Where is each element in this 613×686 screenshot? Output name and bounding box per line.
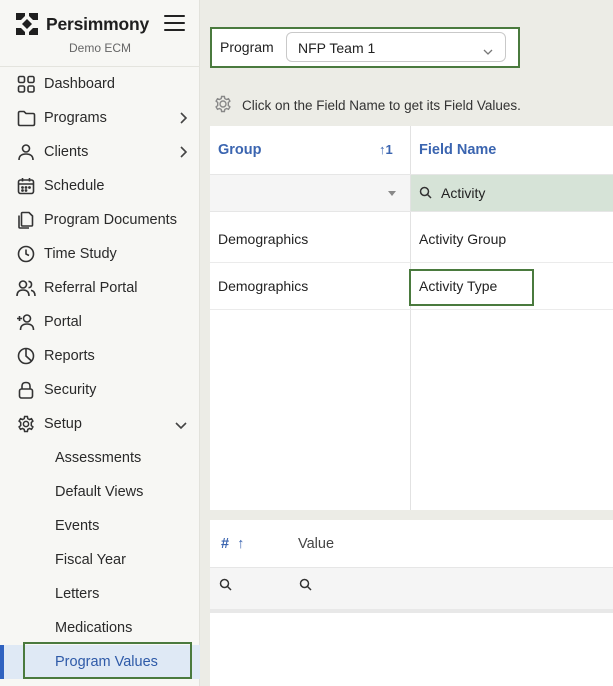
highlight-frame <box>23 642 192 679</box>
sidebar-item-schedule[interactable]: Schedule <box>0 169 200 203</box>
app-window: Persimmony Demo ECM Dashboard Programs C… <box>0 0 613 686</box>
lock-icon <box>16 380 36 400</box>
filter-row <box>210 567 613 613</box>
brand[interactable]: Persimmony <box>15 12 149 36</box>
sidebar-subitem-events[interactable]: Events <box>0 509 200 543</box>
sidebar-item-label: Dashboard <box>44 76 115 92</box>
sidebar-item-label: Program Documents <box>44 212 177 228</box>
sidebar-item-label: Time Study <box>44 246 117 262</box>
column-header-group[interactable]: Group <box>218 142 262 158</box>
documents-icon <box>16 210 36 230</box>
active-indicator <box>0 645 4 679</box>
sidebar-item-label: Reports <box>44 348 95 364</box>
sidebar-item-programs[interactable]: Programs <box>0 101 200 135</box>
organization-name: Demo ECM <box>68 41 131 55</box>
search-icon[interactable] <box>299 578 312 596</box>
sidebar-item-label: Portal <box>44 314 82 330</box>
sidebar-item-label: Referral Portal <box>44 280 138 296</box>
values-table: # ↑ Value <box>210 520 613 686</box>
chevron-right-icon <box>178 145 188 163</box>
program-select-value: NFP Team 1 <box>298 40 376 56</box>
info-gear-icon <box>214 95 232 116</box>
chevron-right-icon <box>178 111 188 129</box>
sidebar-item-label: Clients <box>44 144 89 160</box>
sidebar-subitem-letters[interactable]: Letters <box>0 577 200 611</box>
sidebar-subitem-default-views[interactable]: Default Views <box>0 475 200 509</box>
info-message: Click on the Field Name to get its Field… <box>214 95 521 116</box>
sidebar-item-security[interactable]: Security <box>0 373 200 407</box>
dropdown-caret-icon <box>388 191 396 196</box>
sidebar-item-dashboard[interactable]: Dashboard <box>0 67 200 101</box>
column-header-field-name[interactable]: Field Name <box>419 142 496 158</box>
calendar-icon <box>16 176 36 196</box>
field-name-filter[interactable]: Activity <box>411 175 613 211</box>
field-name-cell[interactable]: Activity Group <box>419 231 506 247</box>
program-select[interactable]: NFP Team 1 <box>286 32 506 62</box>
column-header-number[interactable]: # ↑ <box>221 536 244 552</box>
program-label: Program <box>220 39 274 55</box>
sidebar-subitem-assessments[interactable]: Assessments <box>0 441 200 475</box>
field-name-filter-value: Activity <box>441 185 486 201</box>
column-header-number-label: # <box>221 536 230 552</box>
group-cell: Demographics <box>218 231 309 247</box>
sidebar-nav: Dashboard Programs Clients Schedule Prog… <box>0 66 200 679</box>
gear-icon <box>16 414 36 434</box>
person-add-icon <box>16 312 36 332</box>
sidebar-subitem-medications[interactable]: Medications <box>0 611 200 645</box>
column-header-value[interactable]: Value <box>298 536 334 552</box>
chevron-down-icon <box>174 418 188 434</box>
sidebar-item-clients[interactable]: Clients <box>0 135 200 169</box>
search-icon <box>419 186 432 204</box>
pie-chart-icon <box>16 346 36 366</box>
menu-toggle-icon[interactable] <box>164 14 185 32</box>
filter-row: Activity <box>210 174 613 212</box>
sidebar-subitem-fiscal-year[interactable]: Fiscal Year <box>0 543 200 577</box>
sidebar-item-label: Setup <box>44 416 82 432</box>
table-row[interactable]: Demographics Activity Group <box>210 216 613 263</box>
sidebar-item-label: Programs <box>44 110 107 126</box>
clock-icon <box>16 244 36 264</box>
sidebar-item-time-study[interactable]: Time Study <box>0 237 200 271</box>
sidebar-item-label: Schedule <box>44 178 105 194</box>
sidebar-item-portal[interactable]: Portal <box>0 305 200 339</box>
group-cell: Demographics <box>218 278 309 294</box>
sidebar-item-reports[interactable]: Reports <box>0 339 200 373</box>
persimmony-logo-icon <box>15 12 39 36</box>
person-icon <box>16 142 36 162</box>
people-icon <box>16 278 36 298</box>
chevron-down-icon <box>483 43 493 61</box>
sidebar-item-label: Security <box>44 382 97 398</box>
info-text: Click on the Field Name to get its Field… <box>242 98 521 113</box>
sidebar: Persimmony Demo ECM Dashboard Programs C… <box>0 0 200 686</box>
brand-name: Persimmony <box>46 13 150 34</box>
fields-table: Group ↑1 Field Name Activity Demographic… <box>210 126 613 510</box>
sidebar-item-program-documents[interactable]: Program Documents <box>0 203 200 237</box>
dashboard-icon <box>16 74 36 94</box>
highlight-frame <box>409 269 534 306</box>
sort-indicator[interactable]: ↑1 <box>379 142 393 157</box>
folder-icon <box>16 108 36 128</box>
sidebar-item-setup[interactable]: Setup <box>0 407 200 441</box>
sort-indicator: ↑ <box>237 536 245 552</box>
group-filter-dropdown[interactable] <box>210 175 410 211</box>
search-icon[interactable] <box>219 578 232 596</box>
sidebar-item-referral-portal[interactable]: Referral Portal <box>0 271 200 305</box>
